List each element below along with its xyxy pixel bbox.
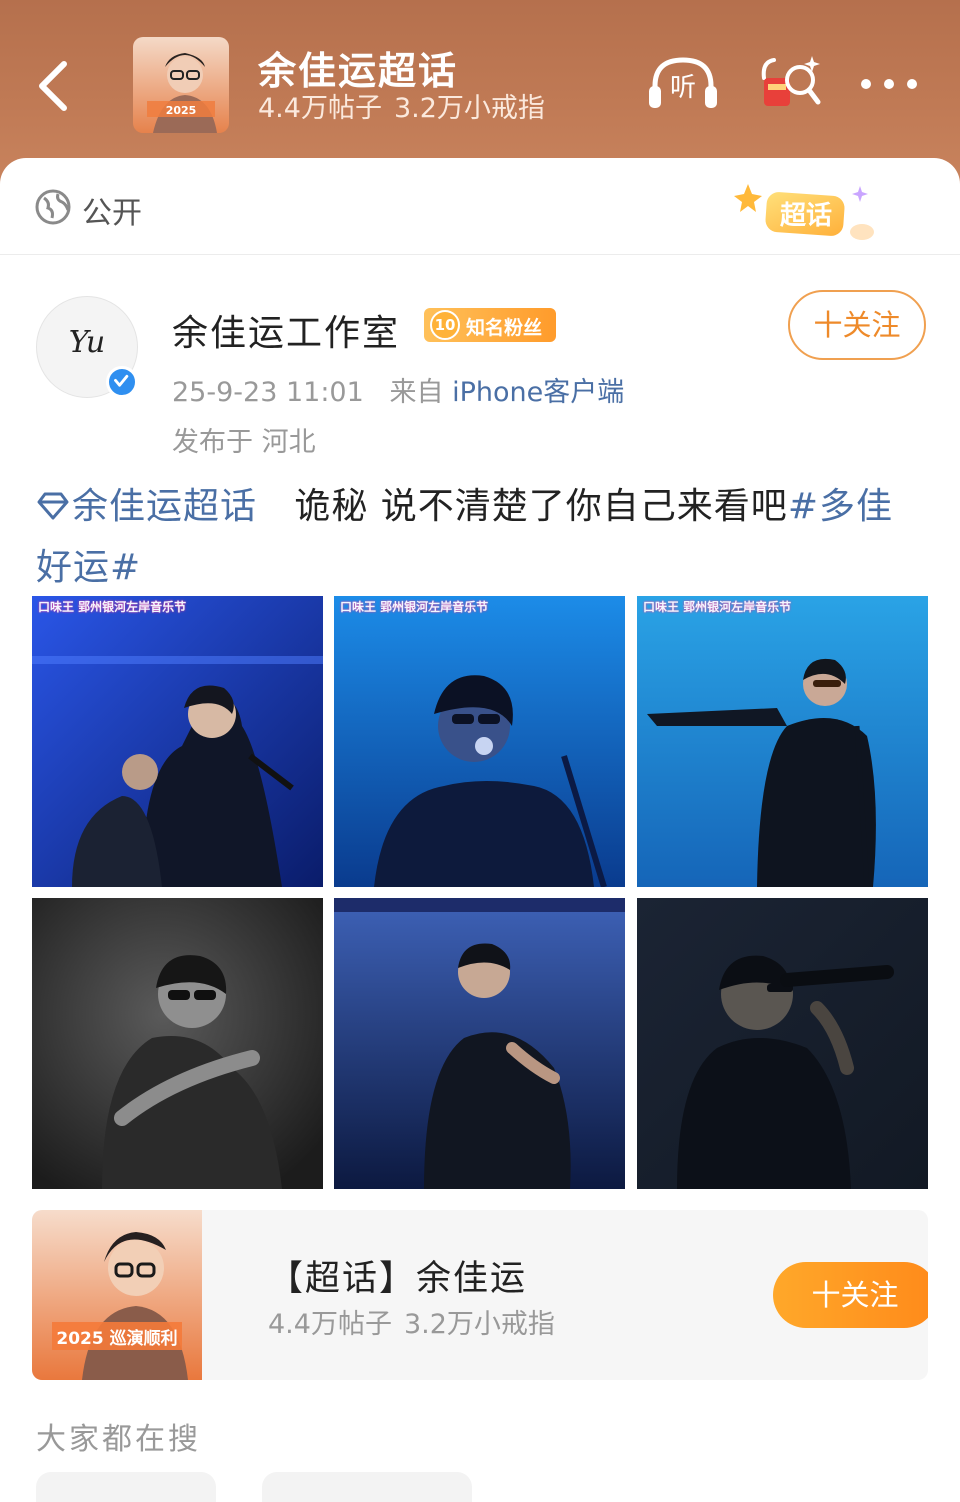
visibility-label: 公开 bbox=[82, 196, 142, 231]
post-source[interactable]: iPhone客户端 bbox=[452, 377, 624, 408]
svg-text:2025: 2025 bbox=[166, 104, 197, 117]
post-text: 诡秘 说不清楚了你自己来看吧 bbox=[294, 486, 788, 527]
photo-1[interactable]: 口味王 郢州银河左岸音乐节 bbox=[32, 596, 323, 887]
topic-card-members: 3.2万小戒指 bbox=[403, 1309, 555, 1340]
photo-4[interactable] bbox=[32, 898, 323, 1189]
back-arrow-icon[interactable] bbox=[34, 58, 74, 114]
posts-count: 4.4万帖子 bbox=[258, 93, 382, 124]
fan-level-number: 10 bbox=[430, 310, 460, 340]
post-timestamp: 25-9-23 11:01 bbox=[172, 377, 364, 408]
diamond-icon bbox=[37, 492, 69, 520]
topic-stats: 4.4万帖子 3.2万小戒指 bbox=[258, 86, 545, 125]
headphones-icon[interactable]: 听 bbox=[647, 52, 719, 112]
search-chip[interactable] bbox=[36, 1472, 216, 1502]
fan-badge-label: 知名粉丝 bbox=[466, 317, 543, 339]
photo-1-banner: 口味王 郢州银河左岸音乐节 bbox=[38, 600, 187, 614]
author-name[interactable]: 余佳运工作室 bbox=[172, 304, 400, 356]
photo-3-banner: 口味王 郢州银河左岸音乐节 bbox=[643, 600, 792, 614]
verified-badge-icon bbox=[106, 366, 138, 398]
photo-3[interactable]: 口味王 郢州银河左岸音乐节 bbox=[637, 596, 928, 887]
more-options-icon[interactable] bbox=[858, 74, 920, 94]
topic-card-posts: 4.4万帖子 bbox=[268, 1309, 392, 1340]
post-sheet: 公开 超话 Yu 余佳运工作室 10 知名粉丝 十关注 25-9-23 11:0… bbox=[0, 158, 960, 1502]
photo-6[interactable] bbox=[637, 898, 928, 1189]
topic-card-caption: 2025 巡演顺利 bbox=[56, 1329, 178, 1349]
avatar-logo: Yu bbox=[68, 325, 106, 360]
topic-thumbnail[interactable]: 2025 bbox=[133, 37, 229, 133]
follow-topic-button[interactable]: 十关注 bbox=[773, 1262, 928, 1328]
topic-card[interactable]: 2025 巡演顺利 【超话】余佳运 4.4万帖子 3.2万小戒指 十关注 bbox=[32, 1210, 928, 1380]
topic-card-thumbnail: 2025 巡演顺利 bbox=[32, 1210, 202, 1380]
members-count: 3.2万小戒指 bbox=[393, 93, 545, 124]
listen-label: 听 bbox=[670, 73, 696, 103]
chaohua-badge-label: 超话 bbox=[780, 201, 832, 231]
photo-2[interactable]: 口味王 郢州银河左岸音乐节 bbox=[334, 596, 625, 887]
post-location: 发布于 河北 bbox=[172, 427, 316, 458]
photo-2-banner: 口味王 郢州银河左岸音乐节 bbox=[340, 600, 489, 614]
search-chip[interactable] bbox=[262, 1472, 472, 1502]
follow-author-button[interactable]: 十关注 bbox=[788, 290, 926, 360]
source-prefix: 来自 bbox=[389, 377, 444, 408]
visibility-row: 公开 超话 bbox=[0, 158, 960, 255]
post-body: 余佳运超话 诡秘 说不清楚了你自己来看吧#多佳好运# bbox=[36, 476, 916, 598]
post-meta: 25-9-23 11:01 来自 iPhone客户端 bbox=[172, 370, 624, 409]
topic-card-stats: 4.4万帖子 3.2万小戒指 bbox=[268, 1302, 555, 1341]
photo-5[interactable] bbox=[334, 898, 625, 1189]
chaohua-badge[interactable]: 超话 bbox=[732, 180, 882, 248]
globe-icon bbox=[35, 189, 71, 225]
topic-link[interactable]: 余佳运超话 bbox=[36, 486, 257, 527]
topic-card-title: 【超话】余佳运 bbox=[268, 1259, 528, 1299]
fan-level-badge: 10 知名粉丝 bbox=[424, 308, 556, 342]
trending-search-heading: 大家都在搜 bbox=[36, 1422, 201, 1457]
red-packet-search-icon[interactable] bbox=[760, 52, 822, 114]
topic-link-label: 余佳运超话 bbox=[72, 486, 258, 527]
